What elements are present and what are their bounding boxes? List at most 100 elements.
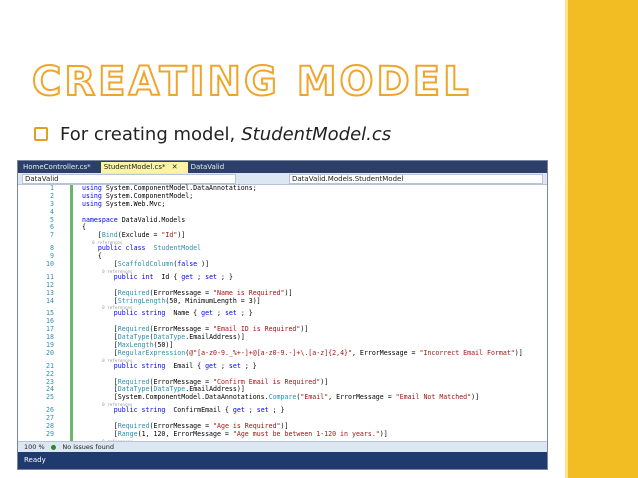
editor-status-bar: 100 % ● No issues found <box>18 441 547 452</box>
type-dropdown[interactable]: DataValid.Models.StudentModel <box>289 173 543 184</box>
code-token: [ <box>82 333 118 342</box>
code-token: DataType <box>153 333 186 342</box>
code-line: 26 public string ConfirmEmail { get ; se… <box>18 406 547 415</box>
bullet-icon <box>34 127 48 141</box>
code-token: Required <box>117 422 150 431</box>
tab-studentmodel[interactable]: StudentModel.cs* ✕ <box>100 162 188 173</box>
code-token: [ <box>82 422 118 431</box>
tab-homecontroller[interactable]: HomeController.cs* <box>20 162 101 173</box>
code-token: Range <box>117 429 138 438</box>
code-token: ScaffoldColumn <box>117 260 174 269</box>
code-token: get <box>232 406 249 415</box>
code-token: get <box>201 309 217 318</box>
code-token: public int <box>113 272 158 281</box>
code-token: Required <box>117 377 150 386</box>
code-token: .EmailAddress)] <box>185 385 245 394</box>
code-token: )] <box>320 377 329 386</box>
tab-close-icon[interactable]: ✕ <box>172 163 178 171</box>
code-token: )] <box>379 429 388 438</box>
code-token: "Email" <box>300 393 329 402</box>
code-token: )] <box>177 231 186 240</box>
check-circle-icon: ● <box>50 443 57 451</box>
code-text: [StringLength(50, MinimumLength = 3)] <box>82 296 261 306</box>
ready-status: Ready <box>24 456 46 464</box>
code-token: .EmailAddress)] <box>185 333 245 342</box>
code-token: ; <box>220 361 229 370</box>
line-number: 10 <box>46 260 54 269</box>
code-text: public string Email { get ; set ; } <box>82 361 257 371</box>
tab-label: HomeController.cs* <box>23 163 91 171</box>
code-text: [ScaffoldColumn(false )] <box>82 260 209 269</box>
zoom-level[interactable]: 100 % <box>24 442 45 452</box>
code-text: public int Id { get ; set ; } <box>82 272 233 282</box>
code-token: DataType <box>117 385 150 394</box>
code-token: "Incorrect Email Format" <box>419 348 515 357</box>
code-token: )] <box>300 325 309 334</box>
code-token: "Name is Required" <box>213 288 285 297</box>
code-token: [ <box>82 325 118 334</box>
code-text: using System.Web.Mvc; <box>82 199 166 209</box>
code-token: false <box>177 260 202 269</box>
code-token: set <box>228 361 245 370</box>
code-line: 29 [Range(1, 120, ErrorMessage = "Age mu… <box>18 429 547 439</box>
code-token: )] <box>514 348 523 357</box>
code-token: , ErrorMessage = <box>328 393 396 402</box>
decorative-side-strip <box>568 0 638 478</box>
project-dropdown[interactable]: DataValid <box>22 173 236 184</box>
code-token: DataValid.Models <box>121 215 186 224</box>
ide-window: HomeController.cs* StudentModel.cs* ✕ Da… <box>17 160 548 470</box>
code-token: StringLength <box>117 296 166 305</box>
code-token: [ <box>82 288 118 297</box>
code-text: [Bind(Exclude = "Id")] <box>82 231 186 240</box>
code-text: [RegularExpression(@"[a-z0-9._%+-]+@[a-z… <box>82 348 523 358</box>
code-line: 14 [StringLength(50, MinimumLength = 3)] <box>18 296 547 306</box>
code-token: MaxLength <box>117 341 154 350</box>
code-token: )] <box>471 393 480 402</box>
code-token: set <box>224 309 241 318</box>
code-token: (ErrorMessage = <box>149 422 214 431</box>
code-editor[interactable]: 1 using System.ComponentModel.DataAnnotat… <box>18 184 547 467</box>
code-token: @"[a-z0-9._%+-]+@[a-z0-9.-]+\.[a-z]{2,4}… <box>189 348 352 357</box>
code-token: , ErrorMessage = <box>351 348 420 357</box>
code-line: 3 using System.Web.Mvc; <box>18 199 547 209</box>
code-line: 5 namespace DataValid.Models <box>18 215 547 225</box>
code-token: "Age must be between 1-120 in years." <box>232 429 380 438</box>
tab-label: DataValid <box>190 163 225 171</box>
code-token: [ <box>82 296 118 305</box>
code-token: get <box>205 361 221 370</box>
code-token: "Email ID is Required" <box>213 325 301 334</box>
code-token: ; } <box>272 406 285 415</box>
code-token: Id { <box>157 272 182 281</box>
code-token: System.ComponentModel; <box>105 191 194 200</box>
code-token: ; } <box>244 361 257 370</box>
code-token: using <box>82 199 106 208</box>
code-line: 7 [Bind(Exclude = "Id")] <box>18 231 547 240</box>
code-line: 15 public string Name { get ; set ; } <box>18 310 547 318</box>
code-line: 21 public string Email { get ; set ; } <box>18 361 547 371</box>
code-token: "Age is Required" <box>213 422 281 431</box>
code-token: (ErrorMessage = <box>149 288 214 297</box>
code-token: System.ComponentModel.DataAnnotations; <box>105 184 257 192</box>
code-token: [ <box>82 348 118 357</box>
code-token: Compare <box>268 393 297 402</box>
code-token: [ <box>82 429 118 438</box>
code-line: 20 [RegularExpression(@"[a-z0-9._%+-]+@[… <box>18 348 547 358</box>
code-token: using <box>82 191 106 200</box>
code-token: (ErrorMessage = <box>149 325 214 334</box>
line-number: 29 <box>46 429 54 438</box>
code-token: (ErrorMessage = <box>149 377 214 386</box>
tab-datavalid[interactable]: DataValid <box>188 162 235 173</box>
bullet-text: For creating model, <box>60 123 236 145</box>
code-token: System.Web.Mvc; <box>105 199 166 208</box>
code-text: public string Name { get ; set ; } <box>82 310 253 318</box>
ide-status-bar: Ready <box>18 452 547 469</box>
code-token: ; <box>217 309 225 318</box>
code-token: Bind <box>101 231 118 240</box>
editor-tab-strip: HomeController.cs* StudentModel.cs* ✕ Da… <box>18 161 547 173</box>
bullet-item: For creating model, StudentModel.cs <box>34 122 391 146</box>
code-token: Email { <box>169 361 206 370</box>
